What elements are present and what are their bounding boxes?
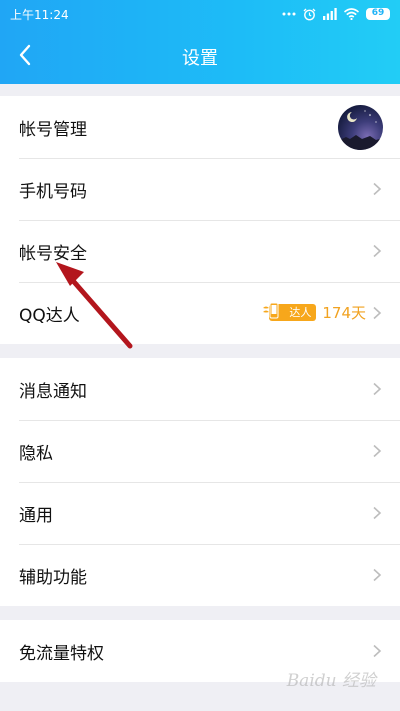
baidu-watermark: Baidu 经验	[287, 666, 376, 691]
preferences-group: 消息通知 隐私 通用 辅助功能	[0, 358, 400, 606]
wifi-icon	[344, 8, 359, 20]
chevron-right-icon	[373, 644, 382, 658]
badge-text: 达人	[289, 306, 312, 319]
row-notifications[interactable]: 消息通知	[0, 358, 400, 420]
row-label: 通用	[19, 505, 53, 526]
row-label: 免流量特权	[19, 643, 104, 664]
row-label: 隐私	[19, 443, 53, 464]
row-label: 帐号安全	[19, 243, 87, 264]
row-account-security[interactable]: 帐号安全	[0, 220, 400, 282]
battery-icon: 69	[366, 8, 390, 20]
qq-expert-badge-group: 达人 174天	[263, 302, 366, 323]
chevron-right-icon	[373, 244, 382, 258]
watermark-text: Baidu 经验	[286, 671, 376, 691]
row-label: 手机号码	[19, 181, 87, 202]
row-label: 辅助功能	[19, 567, 87, 588]
chevron-right-icon	[373, 306, 382, 320]
winged-phone-icon	[263, 302, 286, 319]
chevron-right-icon	[373, 568, 382, 582]
page-title: 设置	[182, 48, 218, 69]
status-bar: 上午11:24 69	[0, 0, 400, 28]
row-phone-number[interactable]: 手机号码	[0, 158, 400, 220]
app-header: 上午11:24 69 设置	[0, 0, 400, 84]
chevron-right-icon	[373, 506, 382, 520]
row-qq-expert[interactable]: QQ达人 达人 174天	[0, 282, 400, 344]
row-privacy[interactable]: 隐私	[0, 420, 400, 482]
avatar	[338, 105, 383, 150]
expert-badge: 达人	[263, 302, 317, 321]
chevron-right-icon	[373, 382, 382, 396]
account-group: 帐号管理 手机号码 帐号安全 QQ达人 达人 174天	[0, 96, 400, 344]
chevron-right-icon	[373, 182, 382, 196]
row-general[interactable]: 通用	[0, 482, 400, 544]
row-accessibility[interactable]: 辅助功能	[0, 544, 400, 606]
expert-days: 174天	[322, 304, 366, 322]
alarm-icon	[303, 8, 316, 20]
row-account-management[interactable]: 帐号管理	[0, 96, 400, 158]
status-time: 上午11:24	[10, 7, 69, 22]
more-dots-icon	[282, 12, 296, 16]
chevron-right-icon	[373, 444, 382, 458]
status-icons: 69	[282, 8, 390, 21]
signal-icon	[323, 8, 337, 20]
nav-bar: 设置	[0, 28, 400, 84]
row-label: 消息通知	[19, 381, 87, 402]
